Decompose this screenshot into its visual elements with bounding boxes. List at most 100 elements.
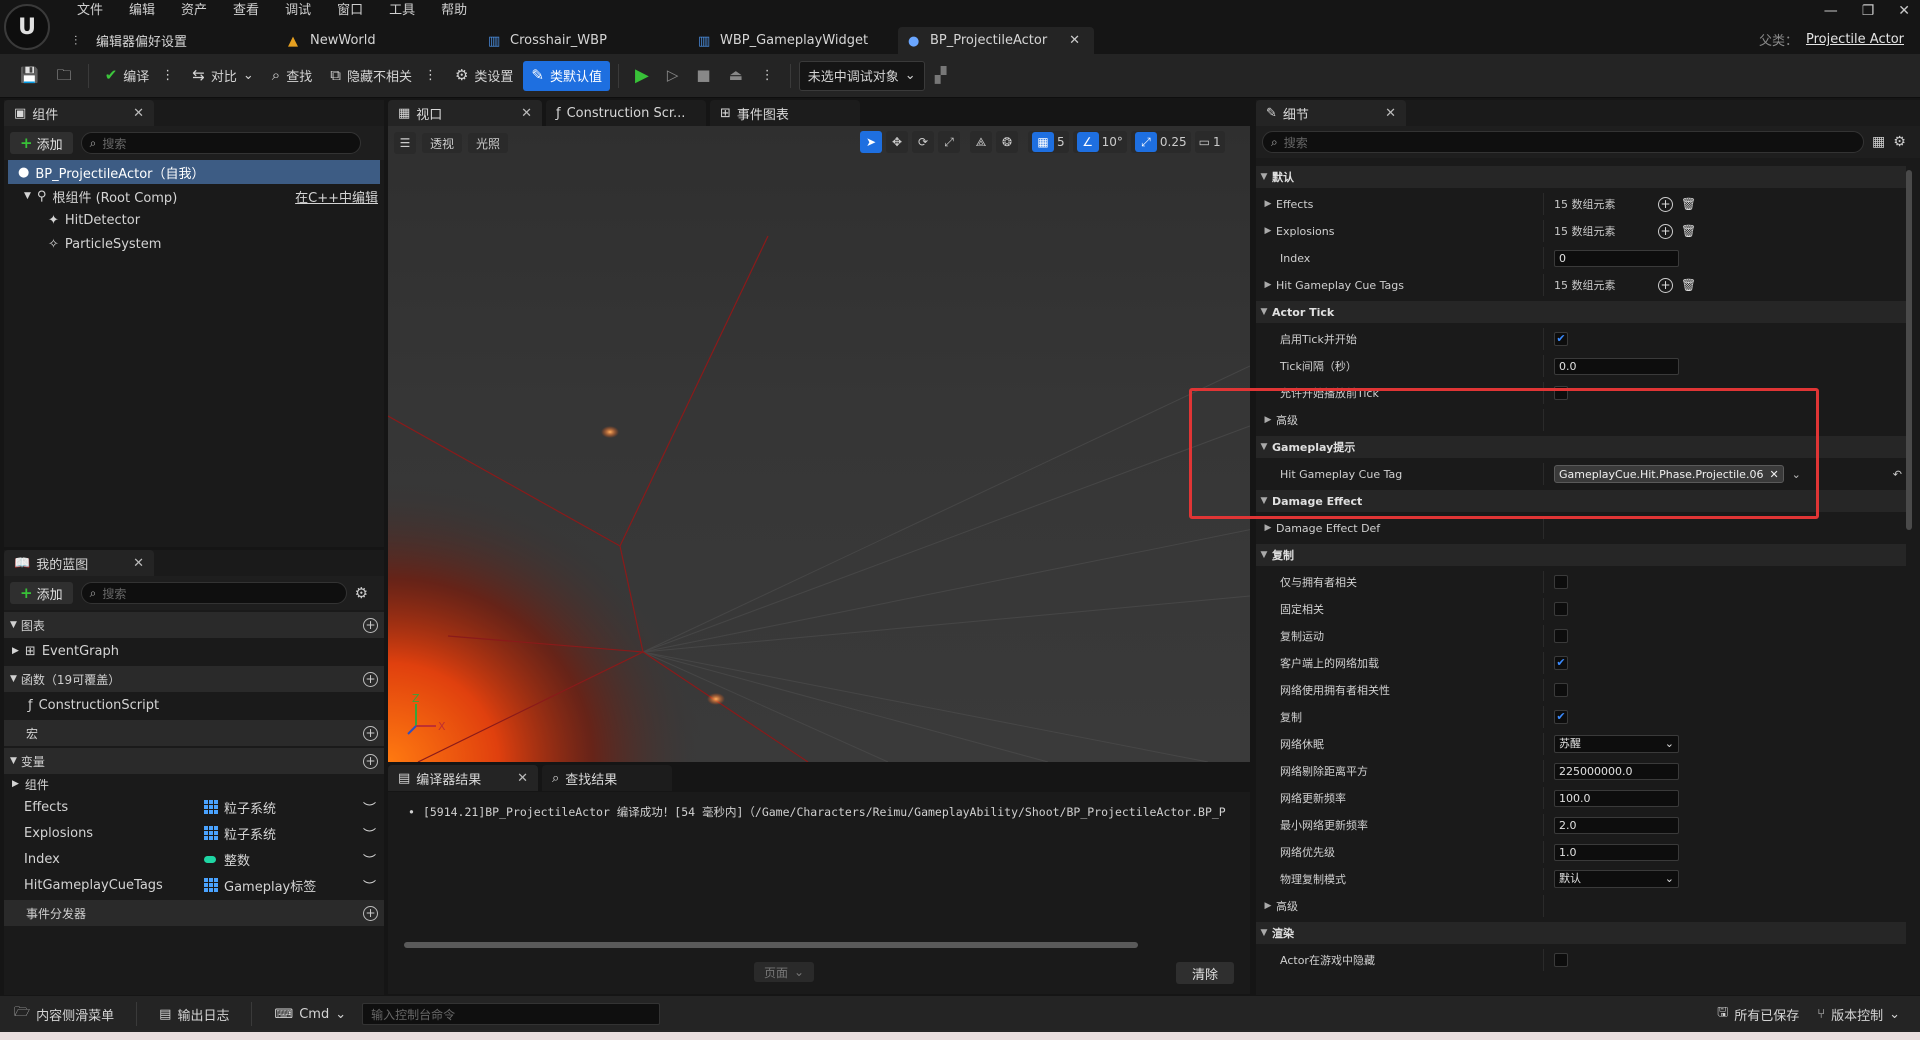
property-value-input[interactable]: 1.0: [1554, 843, 1679, 861]
eye-closed-icon[interactable]: ︶: [363, 824, 376, 843]
property-value-input[interactable]: 100.0: [1554, 789, 1679, 807]
stop-button[interactable]: ■: [688, 61, 718, 91]
tab-details[interactable]: ✎ 细节 ✕: [1256, 100, 1406, 126]
gear-icon[interactable]: ⚙: [355, 584, 368, 602]
close-window-icon[interactable]: ✕: [1898, 3, 1910, 19]
component-hitdetector[interactable]: ✦ HitDetector: [4, 208, 384, 232]
property-checkbox[interactable]: [1554, 953, 1568, 967]
add-circle-icon[interactable]: +: [363, 725, 378, 741]
unreal-logo-icon[interactable]: U: [4, 4, 50, 50]
find-button[interactable]: ⌕ 查找: [264, 61, 320, 91]
property-value-input[interactable]: 2.0: [1554, 816, 1679, 834]
hide-unrelated-button[interactable]: ⧉ 隐藏不相关 ⋮: [322, 61, 445, 91]
category-variables[interactable]: ▼ 变量 +: [4, 748, 384, 774]
chevron-down-icon[interactable]: ⌄: [1792, 468, 1801, 481]
edit-in-cpp-link[interactable]: 在C++中编辑: [295, 187, 378, 206]
angle-snap-control[interactable]: ∠ 10°: [1072, 131, 1127, 153]
class-defaults-button[interactable]: ✎ 类默认值: [523, 60, 611, 91]
close-icon[interactable]: ✕: [133, 556, 144, 571]
remove-tag-icon[interactable]: ✕: [1769, 468, 1778, 481]
property-value-input[interactable]: 225000000.0: [1554, 762, 1679, 780]
page-dropdown[interactable]: 页面 ⌄: [754, 962, 815, 982]
tab-bp-projectileactor[interactable]: ● BP_ProjectileActor ✕: [898, 27, 1094, 54]
list-item-constructionscript[interactable]: ƒ ConstructionScript: [4, 692, 384, 718]
play-options-button[interactable]: ⋮: [753, 61, 782, 91]
select-cursor-icon[interactable]: ➤: [860, 131, 882, 153]
close-icon[interactable]: ✕: [521, 106, 532, 121]
category-graphs[interactable]: ▼ 图表 +: [4, 612, 384, 638]
diff-button[interactable]: ⇆ 对比 ⌄: [184, 61, 262, 91]
gameplay-tag-pill[interactable]: GameplayCue.Hit.Phase.Projectile.06 ✕: [1554, 465, 1784, 483]
kebab-icon[interactable]: ⋮: [424, 68, 437, 83]
eject-button[interactable]: ⏏: [721, 61, 751, 91]
tab-newworld[interactable]: ▲ NewWorld: [278, 27, 478, 54]
play-button[interactable]: ▶: [627, 61, 657, 91]
component-particlesystem[interactable]: ✧ ParticleSystem: [4, 232, 384, 256]
add-element-icon[interactable]: +: [1658, 277, 1673, 293]
close-tab-icon[interactable]: ✕: [1069, 33, 1080, 48]
surface-snap-icon[interactable]: ❂: [996, 131, 1018, 153]
scale-snap-control[interactable]: ⤢ 0.25: [1130, 131, 1191, 153]
list-item-components-group[interactable]: ▶ 组件: [4, 774, 384, 794]
tab-components[interactable]: ▣ 组件 ✕: [4, 100, 154, 126]
property-checkbox[interactable]: ✔: [1554, 710, 1568, 724]
variable-explosions[interactable]: Explosions 粒子系统 ︶: [4, 820, 384, 846]
details-section[interactable]: ▼ Damage Effect: [1256, 490, 1906, 512]
details-property-row[interactable]: ▶ 高级: [1256, 895, 1906, 917]
tab-crosshair-wbp[interactable]: ▥ Crosshair_WBP: [478, 27, 688, 54]
tab-construction-script[interactable]: ƒ Construction Scr...: [546, 100, 706, 126]
restore-icon[interactable]: ❐: [1862, 3, 1875, 19]
details-search-input[interactable]: ⌕ 搜索: [1262, 131, 1864, 153]
category-event-dispatchers[interactable]: 事件分发器 +: [4, 900, 384, 926]
scale-icon[interactable]: ⤢: [938, 131, 960, 153]
source-control-button[interactable]: ⑂ 版本控制 ⌄: [1817, 1005, 1900, 1024]
details-section[interactable]: ▼ 渲染: [1256, 922, 1906, 944]
details-property-row[interactable]: ▶ Hit Gameplay Cue Tags 15 数组元素 + 🗑: [1256, 274, 1906, 296]
tab-my-blueprint[interactable]: 📖 我的蓝图 ✕: [4, 550, 154, 576]
property-dropdown[interactable]: 默认 ⌄: [1554, 870, 1679, 888]
property-checkbox[interactable]: ✔: [1554, 656, 1568, 670]
table-view-icon[interactable]: ▦: [1872, 134, 1885, 150]
tab-find-results[interactable]: ⌕ 查找结果: [542, 765, 672, 791]
menu-file[interactable]: 文件: [64, 0, 116, 22]
details-section[interactable]: ▼ 复制: [1256, 544, 1906, 566]
perspective-button[interactable]: 透视: [422, 133, 463, 153]
category-functions[interactable]: ▼ 函数（19可覆盖） +: [4, 666, 384, 692]
kebab-icon[interactable]: ⋮: [161, 68, 174, 83]
add-circle-icon[interactable]: +: [363, 905, 378, 921]
menu-help[interactable]: 帮助: [428, 0, 480, 22]
trash-icon[interactable]: 🗑: [1681, 278, 1696, 292]
add-element-icon[interactable]: +: [1658, 223, 1673, 239]
parent-class-link[interactable]: Projectile Actor: [1806, 32, 1904, 47]
add-circle-icon[interactable]: +: [363, 753, 378, 769]
tab-wbp-gameplaywidget[interactable]: ▥ WBP_GameplayWidget: [688, 27, 898, 54]
close-icon[interactable]: ✕: [517, 771, 528, 786]
details-property-row[interactable]: ▶ Effects 15 数组元素 + 🗑: [1256, 193, 1906, 215]
list-item-eventgraph[interactable]: ▶ ⊞ EventGraph: [4, 638, 384, 664]
gear-icon[interactable]: ⚙: [1893, 134, 1906, 150]
eye-closed-icon[interactable]: ︶: [363, 798, 376, 817]
details-section[interactable]: ▼ Actor Tick: [1256, 301, 1906, 323]
details-property-row[interactable]: ▶ 高级: [1256, 409, 1906, 431]
browse-button[interactable]: 🗀: [49, 61, 80, 91]
tab-compiler-results[interactable]: ▤ 编译器结果 ✕: [388, 765, 538, 791]
minimize-icon[interactable]: —: [1824, 3, 1838, 19]
menu-window[interactable]: 窗口: [324, 0, 376, 22]
rotate-icon[interactable]: ⟳: [912, 131, 934, 153]
myblueprint-search-input[interactable]: ⌕ 搜索: [80, 582, 347, 604]
add-circle-icon[interactable]: +: [363, 617, 378, 633]
menu-edit[interactable]: 编辑: [116, 0, 168, 22]
add-component-button[interactable]: + 添加: [10, 132, 73, 154]
horizontal-scrollbar[interactable]: [404, 942, 1138, 948]
trash-icon[interactable]: 🗑: [1681, 224, 1696, 238]
component-self[interactable]: ● BP_ProjectileActor（自我）: [8, 160, 380, 184]
output-log-button[interactable]: ▤ 输出日志: [153, 1005, 235, 1024]
eye-closed-icon[interactable]: ︶: [363, 876, 376, 895]
compile-button[interactable]: ✔ 编译 ⋮: [97, 61, 183, 91]
camera-speed-control[interactable]: ▭ 1: [1194, 131, 1225, 153]
add-element-icon[interactable]: +: [1658, 196, 1673, 212]
add-blueprint-item-button[interactable]: + 添加: [10, 582, 73, 604]
hamburger-icon[interactable]: ☰: [394, 132, 416, 154]
menu-tools[interactable]: 工具: [376, 0, 428, 22]
details-section[interactable]: ▼ 默认: [1256, 166, 1906, 188]
